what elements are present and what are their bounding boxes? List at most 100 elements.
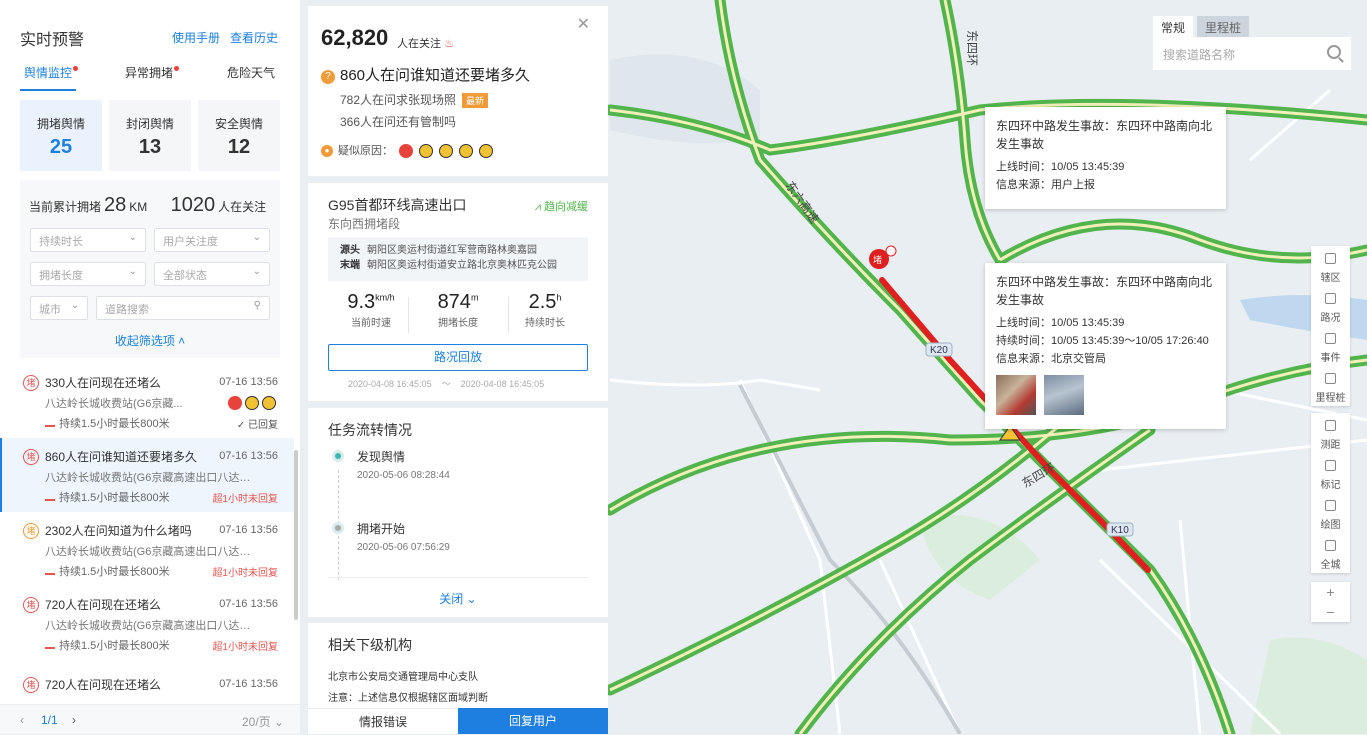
park-area — [1250, 637, 1367, 734]
horn-icon — [262, 395, 276, 410]
reply-user-button[interactable]: 回复用户 — [458, 708, 608, 734]
event-icon — [1325, 333, 1336, 344]
card-label: 安全舆情 — [214, 117, 263, 131]
status-select[interactable]: 全部状态 ⌄ — [154, 262, 270, 286]
item-location: 八达岭长城收费站(G6京藏高速出口八达岭... — [45, 620, 253, 632]
popup-title: 东四环中路发生事故：东四环中路南向北发生事故 — [996, 119, 1213, 151]
fullcity-button[interactable]: 全城 — [1311, 533, 1350, 573]
congestion-badge-icon: 堵 — [23, 523, 39, 539]
tab-underline — [20, 89, 76, 91]
summary-watchers: 1020 — [170, 194, 216, 216]
question-2: 366人在问还有管制吗 — [340, 115, 457, 129]
stat-length: 874m 拥堵长度 — [437, 291, 479, 329]
event-button[interactable]: 事件 — [1311, 326, 1350, 366]
tab-public-opinion[interactable]: 舆情监控 — [24, 64, 79, 81]
length-select[interactable]: 拥堵长度 ⌄ — [30, 262, 146, 286]
card-closure[interactable]: 封闭舆情 13 — [109, 100, 191, 171]
district-button[interactable]: 辖区 — [1311, 246, 1350, 286]
milestone-button[interactable]: 里程桩 — [1311, 366, 1350, 406]
list-item[interactable]: 堵 330人在问现在还堵么 07-16 13:56 八达岭长城收费站(G6京藏.… — [0, 364, 294, 438]
duration-select[interactable]: 持续时长 ⌄ — [30, 228, 146, 252]
trend-icon — [45, 641, 55, 649]
attention-select[interactable]: 用户关注度 ⌄ — [154, 228, 270, 252]
filter-box: 当前累计拥堵 28 KM 1020 人在关注 持续时长 ⌄ 用户关注度 ⌄ 拥堵长度 ⌄ 全… — [20, 180, 280, 358]
location-pin-icon: ● — [321, 145, 333, 157]
popup-title: 东四环中路发生事故：东四环中路南向北发生事故 — [996, 275, 1213, 307]
org-note: 注意：上述信息仅根据辖区面域判断 — [328, 693, 488, 704]
end-value: 朝阳区奥运村街道安立路北京奥林匹克公园 — [367, 260, 557, 271]
tab-regular[interactable]: 常规 — [1153, 16, 1194, 37]
list-item-selected[interactable]: 堵 860人在问谁知道还要堵多久 07-16 13:56 八达岭长城收费站(G6… — [0, 438, 294, 512]
measure-button[interactable]: 测距 — [1311, 413, 1350, 453]
zoom-in-button[interactable]: + — [1311, 582, 1350, 602]
tab-dangerous-weather[interactable]: 危险天气 — [227, 64, 275, 81]
card-safety[interactable]: 安全舆情 12 — [198, 100, 280, 171]
card-label: 封闭舆情 — [125, 117, 174, 131]
card-congestion[interactable]: 拥堵舆情 25 — [20, 100, 102, 171]
card-label: 拥堵舆情 — [36, 117, 85, 131]
panel-title: 实时预警 — [20, 32, 85, 49]
item-time: 07-16 13:56 — [219, 450, 278, 462]
list-item[interactable]: 堵 720人在问现在还堵么 07-16 13:56 八达岭长城收费站(G6京藏高… — [0, 586, 294, 660]
detail-header-card: 62,820 人在关注 ♨ ✕ ? 860人在问谁知道还要堵多久 782人在问求张… — [308, 6, 608, 176]
page-size-select[interactable]: 20/页 ⌄ — [242, 713, 284, 730]
close-icon[interactable]: ✕ — [577, 14, 590, 34]
trend-icon — [45, 493, 55, 501]
mark-button[interactable]: 标记 — [1311, 453, 1350, 493]
traffic-replay-button[interactable]: 路况回放 — [328, 344, 588, 371]
page-indicator: 1/1 — [41, 713, 58, 727]
zoom-out-button[interactable]: − — [1311, 602, 1350, 622]
zoom-control: + − — [1311, 582, 1350, 622]
question-line: ? 860人在问谁知道还要堵多久 — [321, 64, 530, 85]
tab-bar: 舆情监控 异常拥堵 危险天气 — [20, 64, 280, 91]
construction-icon — [419, 144, 434, 159]
item-status: 超1小时未回复 — [212, 568, 278, 579]
road-direction: 东向西拥堵段 — [328, 217, 401, 231]
next-page-icon[interactable]: › — [72, 713, 76, 727]
source-label: 源头 — [340, 245, 360, 256]
item-title: 860人在问谁知道还要堵多久 — [45, 450, 198, 464]
draw-button[interactable]: 绘图 — [1311, 493, 1350, 533]
prev-page-icon[interactable]: ‹ — [20, 713, 24, 727]
new-badge: 最新 — [462, 93, 489, 108]
item-time: 07-16 13:56 — [219, 376, 278, 388]
road-search-input[interactable]: 道路搜索 ⚲ — [96, 296, 270, 320]
divider — [328, 577, 588, 578]
report-error-button[interactable]: 情报错误 — [308, 708, 458, 734]
incident-popup[interactable]: 东四环中路发生事故：东四环中路南向北发生事故 上线时间：10/05 13:45:… — [985, 107, 1226, 209]
org-card: 相关下级机构 北京市公安局交通管理局中心支队 注意：上述信息仅根据辖区面域判断 … — [308, 623, 608, 734]
list-item[interactable]: 堵 2302人在问知道为什么堵吗 07-16 13:56 八达岭长城收费站(G6… — [0, 512, 294, 586]
traffic-button[interactable]: 路况 — [1311, 286, 1350, 326]
search-icon: ⚲ — [253, 300, 261, 311]
end-label: 末端 — [340, 260, 360, 271]
item-duration: 持续1.5小时最长800米 — [45, 563, 170, 579]
close-timeline-button[interactable]: 关闭 ⌄ — [308, 590, 608, 607]
road-search-widget: 常规 里程桩 搜索道路名称 — [1153, 16, 1351, 70]
city-select[interactable]: 城市 ⌄ — [30, 296, 88, 320]
item-duration: 持续1.5小时最长800米 — [45, 637, 170, 653]
scrollbar[interactable] — [294, 450, 298, 620]
collapse-filters-button[interactable]: 收起筛选项 ˄ — [20, 332, 280, 349]
incident-popup[interactable]: 东四环中路发生事故：东四环中路南向北发生事故 上线时间：10/05 13:45:… — [985, 263, 1226, 429]
timeline-dot-icon — [332, 450, 344, 462]
chevron-up-icon: ˄ — [178, 334, 186, 348]
incident-photo[interactable] — [1044, 375, 1084, 415]
source-end-box: 源头 朝阳区奥运村街道红军营南路林奥嘉园 末端 朝阳区奥运村街道安立路北京奥林匹克公… — [328, 237, 588, 281]
reason-icons — [225, 395, 276, 410]
fire-icon — [228, 395, 242, 410]
item-location: 八达岭长城收费站(G6京藏高速出口八达岭... — [45, 546, 253, 558]
check-icon: ✓ — [236, 420, 248, 431]
tab-milestone[interactable]: 里程桩 — [1197, 16, 1250, 37]
road-search-input[interactable]: 搜索道路名称 — [1153, 37, 1351, 70]
list-item[interactable]: 堵 720人在问现在还堵么 07-16 13:56 — [0, 666, 294, 704]
map-toolbar-bottom: 测距 标记 绘图 全城 — [1311, 413, 1350, 573]
tab-abnormal-congestion[interactable]: 异常拥堵 — [125, 64, 180, 81]
timeline-dot-icon — [332, 522, 344, 534]
congestion-badge-icon: 堵 — [23, 375, 39, 391]
history-link[interactable]: 查看历史 — [230, 31, 278, 45]
k10-label: K10 — [1111, 525, 1129, 536]
traffic-icon — [1325, 293, 1336, 304]
fire-icon — [399, 144, 414, 159]
incident-photo[interactable] — [996, 375, 1036, 415]
manual-link[interactable]: 使用手册 — [172, 31, 220, 45]
